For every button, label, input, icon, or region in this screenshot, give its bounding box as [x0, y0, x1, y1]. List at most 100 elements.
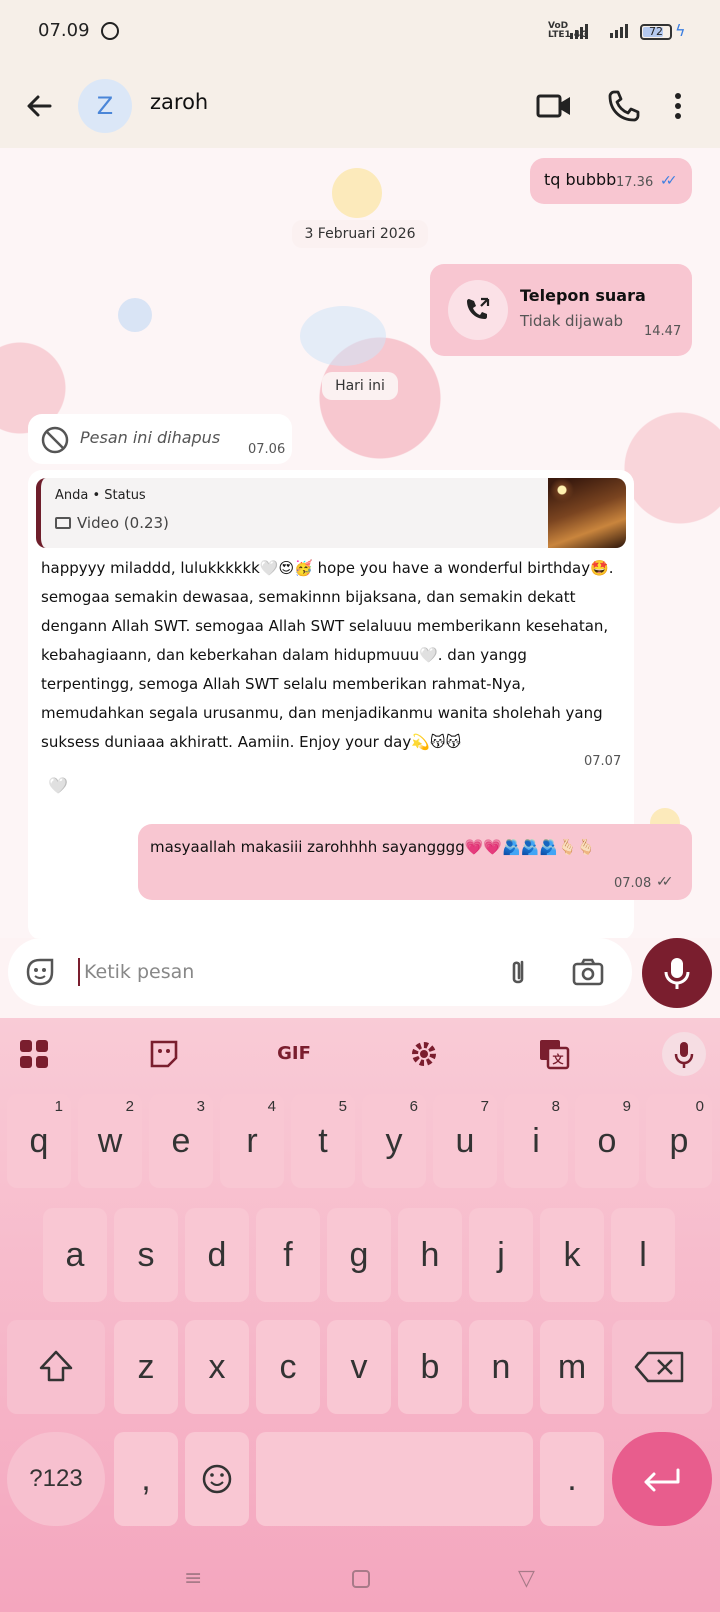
- chat-area[interactable]: tq bubbb 17.36 ✓✓ 3 Februari 2026 Telepo…: [0, 148, 720, 938]
- read-receipt-icon: ✓✓: [656, 874, 674, 890]
- signal-strength-icon: [570, 24, 588, 39]
- symbols-key[interactable]: ?123: [7, 1432, 105, 1526]
- home-nav-icon[interactable]: [352, 1570, 370, 1588]
- key-g[interactable]: g: [327, 1208, 391, 1302]
- key-hint: 6: [409, 1098, 418, 1115]
- key-t[interactable]: 5t: [291, 1094, 355, 1188]
- status-video-thumbnail: [548, 478, 626, 548]
- key-b[interactable]: b: [398, 1320, 462, 1414]
- deleted-text: Pesan ini dihapus: [80, 428, 221, 447]
- translate-icon[interactable]: 文: [532, 1032, 576, 1076]
- key-hint: 7: [480, 1098, 489, 1115]
- key-hint: 5: [338, 1098, 347, 1115]
- deleted-message[interactable]: Pesan ini dihapus 07.06: [28, 414, 292, 464]
- voice-record-button[interactable]: [642, 938, 712, 1008]
- key-o[interactable]: 9o: [575, 1094, 639, 1188]
- space-bar[interactable]: [256, 1432, 533, 1526]
- enter-arrow-icon: [644, 1468, 680, 1492]
- onscreen-keyboard: GIF 文 1q 2w 3e 4r 5t 6y 7u 8i 9o 0p a s …: [0, 1018, 720, 1612]
- quoted-author: Anda • Status: [55, 488, 146, 503]
- read-receipt-icon: ✓✓: [660, 173, 678, 189]
- key-n[interactable]: n: [469, 1320, 533, 1414]
- status-bar: 07.09 VoD LTE1 4G 72 ϟ: [0, 0, 720, 64]
- video-call-icon[interactable]: [532, 84, 576, 128]
- key-k[interactable]: k: [540, 1208, 604, 1302]
- video-icon: [55, 517, 71, 529]
- key-f[interactable]: f: [256, 1208, 320, 1302]
- emoji-key[interactable]: [185, 1432, 249, 1526]
- key-s[interactable]: s: [114, 1208, 178, 1302]
- message-text: masyaallah makasiii zarohhhh sayangggg💗💗…: [150, 838, 596, 856]
- more-options-icon[interactable]: [664, 84, 692, 128]
- apps-grid-icon[interactable]: [12, 1032, 56, 1076]
- outgoing-message[interactable]: tq bubbb 17.36 ✓✓: [530, 158, 692, 204]
- key-r[interactable]: 4r: [220, 1094, 284, 1188]
- contact-avatar[interactable]: Z: [78, 79, 132, 133]
- battery-icon: 72: [640, 24, 672, 40]
- key-label: m: [557, 1348, 587, 1386]
- key-e[interactable]: 3e: [149, 1094, 213, 1188]
- key-u[interactable]: 7u: [433, 1094, 497, 1188]
- missed-call-icon: [467, 297, 490, 319]
- emoji-sticker-icon[interactable]: [22, 954, 58, 990]
- back-arrow-icon[interactable]: [20, 86, 60, 126]
- message-time: 07.06: [248, 442, 286, 457]
- chat-header: Z zaroh: [0, 64, 720, 148]
- message-time: 07.08: [614, 876, 652, 891]
- keyboard-mic-icon[interactable]: [662, 1032, 706, 1076]
- recents-nav-icon[interactable]: ≡: [184, 1566, 202, 1591]
- back-nav-icon[interactable]: ▽: [518, 1566, 535, 1591]
- wallpaper-flower-icon: [300, 306, 386, 366]
- key-h[interactable]: h: [398, 1208, 462, 1302]
- key-w[interactable]: 2w: [78, 1094, 142, 1188]
- message-reaction[interactable]: 🤍: [38, 768, 78, 804]
- key-label: h: [420, 1236, 440, 1274]
- key-j[interactable]: j: [469, 1208, 533, 1302]
- key-hint: 8: [551, 1098, 560, 1115]
- key-y[interactable]: 6y: [362, 1094, 426, 1188]
- call-icon-badge: [448, 280, 508, 340]
- key-v[interactable]: v: [327, 1320, 391, 1414]
- key-label: d: [207, 1236, 227, 1274]
- key-q[interactable]: 1q: [7, 1094, 71, 1188]
- backspace-key[interactable]: [612, 1320, 712, 1414]
- key-label: .: [567, 1460, 577, 1498]
- key-x[interactable]: x: [185, 1320, 249, 1414]
- quoted-status-card[interactable]: Anda • Status Video (0.23): [36, 478, 626, 548]
- key-label: k: [563, 1236, 581, 1274]
- key-label: v: [350, 1348, 368, 1386]
- attach-icon[interactable]: [500, 954, 536, 990]
- key-m[interactable]: m: [540, 1320, 604, 1414]
- message-input[interactable]: [84, 952, 484, 992]
- charging-icon: ϟ: [675, 21, 686, 40]
- quoted-media-text: Video (0.23): [77, 514, 169, 532]
- key-label: l: [639, 1236, 647, 1274]
- gif-button[interactable]: GIF: [272, 1032, 316, 1076]
- settings-gear-icon[interactable]: [402, 1032, 446, 1076]
- shift-key[interactable]: [7, 1320, 105, 1414]
- key-label: g: [349, 1236, 369, 1274]
- sticker-icon[interactable]: [142, 1032, 186, 1076]
- key-c[interactable]: c: [256, 1320, 320, 1414]
- key-hint: 0: [695, 1098, 704, 1115]
- voice-call-icon[interactable]: [602, 84, 646, 128]
- key-l[interactable]: l: [611, 1208, 675, 1302]
- outgoing-message[interactable]: masyaallah makasiii zarohhhh sayangggg💗💗…: [138, 824, 692, 900]
- camera-icon[interactable]: [570, 954, 606, 990]
- key-z[interactable]: z: [114, 1320, 178, 1414]
- enter-key[interactable]: [612, 1432, 712, 1526]
- contact-name[interactable]: zaroh: [150, 90, 208, 114]
- key-label: ?123: [29, 1465, 83, 1492]
- period-key[interactable]: .: [540, 1432, 604, 1526]
- key-i[interactable]: 8i: [504, 1094, 568, 1188]
- wallpaper-flower-icon: [332, 168, 382, 218]
- comma-key[interactable]: ,: [114, 1432, 178, 1526]
- key-p[interactable]: 0p: [646, 1094, 712, 1188]
- key-label: z: [137, 1348, 155, 1386]
- key-hint: 2: [125, 1098, 134, 1115]
- key-a[interactable]: a: [43, 1208, 107, 1302]
- date-chip: Hari ini: [322, 372, 398, 400]
- missed-call-message[interactable]: Telepon suara Tidak dijawab 14.47: [430, 264, 692, 356]
- key-d[interactable]: d: [185, 1208, 249, 1302]
- message-time: 07.07: [584, 754, 622, 769]
